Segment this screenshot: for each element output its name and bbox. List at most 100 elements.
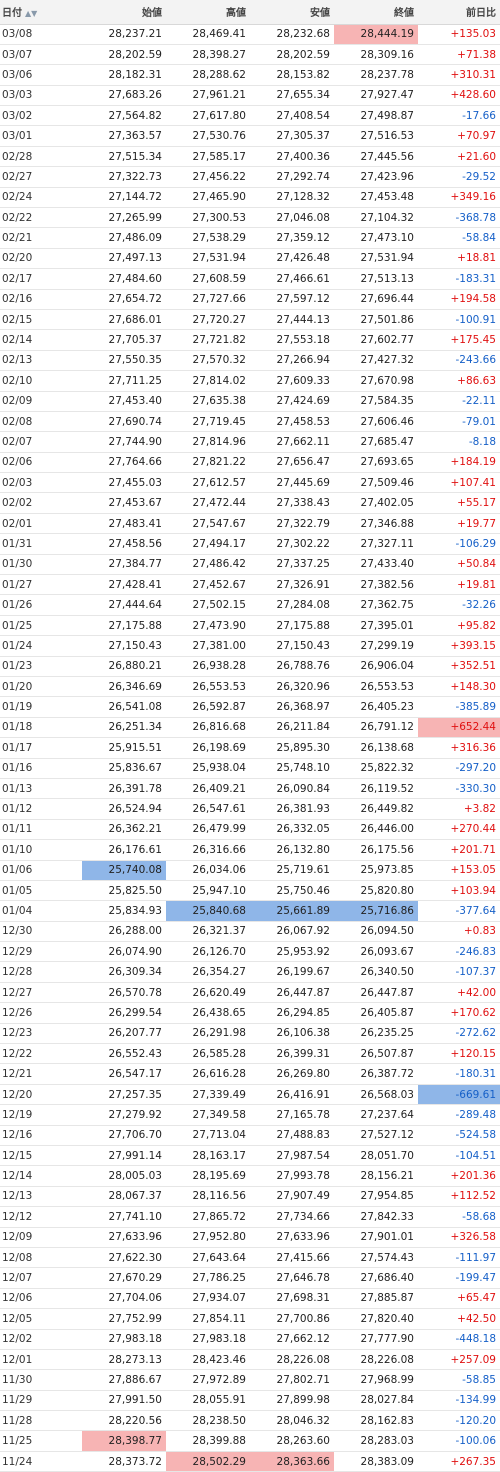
table-row: 01/20 26,346.69 26,553.53 26,320.96 26,553.5…	[0, 676, 500, 698]
cell-date: 03/07	[0, 44, 82, 66]
table-row: 02/14 27,705.37 27,721.82 27,553.18 27,602.7…	[0, 329, 500, 351]
header-date[interactable]: 日付 ▲▼	[0, 0, 82, 25]
cell-high: 25,840.68	[166, 900, 250, 922]
cell-close: 28,226.08	[334, 1349, 418, 1371]
cell-change: +652.44	[418, 717, 500, 739]
table-row: 11/30 27,886.67 27,972.89 27,802.71 27,968.9…	[0, 1369, 500, 1391]
cell-low: 25,750.46	[250, 880, 334, 902]
cell-low: 27,424.69	[250, 391, 334, 412]
cell-close: 28,027.84	[334, 1390, 418, 1412]
cell-change: -448.18	[418, 1329, 500, 1350]
cell-high: 27,502.15	[166, 594, 250, 616]
header-open[interactable]: 始値	[82, 0, 166, 25]
cell-high: 27,531.94	[166, 248, 250, 270]
cell-date: 11/25	[0, 1430, 82, 1452]
cell-date: 12/27	[0, 982, 82, 1004]
cell-open: 25,915.51	[82, 737, 166, 759]
cell-close: 27,382.56	[334, 574, 418, 596]
cell-date: 12/08	[0, 1247, 82, 1269]
table-row: 01/16 25,836.67 25,938.04 25,748.10 25,822.3…	[0, 758, 500, 779]
table-row: 12/20 27,257.35 27,339.49 26,416.91 26,568.0…	[0, 1084, 500, 1106]
cell-high: 26,354.27	[166, 961, 250, 983]
cell-close: 27,531.94	[334, 248, 418, 270]
cell-date: 02/27	[0, 166, 82, 188]
cell-high: 27,635.38	[166, 391, 250, 412]
cell-low: 27,662.12	[250, 1329, 334, 1350]
cell-low: 25,748.10	[250, 758, 334, 779]
cell-date: 01/13	[0, 778, 82, 800]
cell-date: 01/23	[0, 656, 82, 678]
cell-close: 27,927.47	[334, 85, 418, 107]
cell-date: 12/06	[0, 1288, 82, 1310]
cell-date: 01/18	[0, 717, 82, 739]
cell-low: 28,202.59	[250, 44, 334, 66]
cell-change: -17.66	[418, 105, 500, 127]
cell-change: -272.62	[418, 1023, 500, 1045]
cell-close: 27,498.87	[334, 105, 418, 127]
cell-low: 25,953.92	[250, 941, 334, 963]
cell-change: -134.99	[418, 1390, 500, 1412]
cell-change: -100.91	[418, 309, 500, 331]
cell-date: 12/02	[0, 1329, 82, 1350]
cell-high: 27,854.11	[166, 1308, 250, 1330]
cell-open: 26,346.69	[82, 676, 166, 698]
table-row: 01/27 27,428.41 27,452.67 27,326.91 27,382.5…	[0, 574, 500, 596]
cell-change: +310.31	[418, 64, 500, 86]
cell-open: 27,486.09	[82, 227, 166, 249]
table-row: 01/06 25,740.08 26,034.06 25,719.61 25,973.8…	[0, 860, 500, 881]
cell-change: +3.82	[418, 798, 500, 820]
header-high[interactable]: 高値	[166, 0, 250, 25]
cell-low: 26,399.31	[250, 1043, 334, 1065]
cell-date: 02/28	[0, 146, 82, 168]
table-row: 01/24 27,150.43 27,381.00 27,150.43 27,299.1…	[0, 635, 500, 657]
cell-change: -368.78	[418, 207, 500, 229]
cell-high: 27,721.82	[166, 329, 250, 351]
cell-high: 27,961.21	[166, 85, 250, 107]
header-low[interactable]: 安値	[250, 0, 334, 25]
cell-low: 26,381.93	[250, 798, 334, 820]
cell-change: -8.18	[418, 431, 500, 453]
cell-open: 27,633.96	[82, 1227, 166, 1248]
cell-date: 12/30	[0, 921, 82, 943]
cell-open: 25,740.08	[82, 860, 166, 881]
cell-low: 27,633.96	[250, 1227, 334, 1248]
cell-date: 02/14	[0, 329, 82, 351]
cell-open: 27,265.99	[82, 207, 166, 229]
cell-low: 25,895.30	[250, 737, 334, 759]
cell-low: 27,359.12	[250, 227, 334, 249]
table-row: 02/06 27,764.66 27,821.22 27,656.47 27,693.6…	[0, 452, 500, 474]
cell-date: 02/16	[0, 289, 82, 310]
table-row: 02/07 27,744.90 27,814.96 27,662.11 27,685.4…	[0, 431, 500, 453]
cell-low: 27,488.83	[250, 1125, 334, 1146]
sort-icon[interactable]: ▲▼	[25, 9, 37, 18]
cell-open: 26,524.94	[82, 798, 166, 820]
cell-open: 27,705.37	[82, 329, 166, 351]
cell-change: -297.20	[418, 758, 500, 779]
cell-close: 27,346.88	[334, 513, 418, 535]
table-row: 02/20 27,497.13 27,531.94 27,426.48 27,531.9…	[0, 248, 500, 270]
cell-close: 27,327.11	[334, 533, 418, 555]
cell-open: 27,363.57	[82, 125, 166, 147]
cell-close: 26,340.50	[334, 961, 418, 983]
cell-date: 01/27	[0, 574, 82, 596]
cell-date: 12/20	[0, 1084, 82, 1106]
cell-open: 27,458.56	[82, 533, 166, 555]
cell-change: -289.48	[418, 1104, 500, 1126]
cell-low: 27,292.74	[250, 166, 334, 188]
cell-low: 28,153.82	[250, 64, 334, 86]
cell-high: 27,465.90	[166, 187, 250, 209]
cell-date: 01/16	[0, 758, 82, 779]
cell-open: 27,683.26	[82, 85, 166, 107]
cell-close: 27,362.75	[334, 594, 418, 616]
header-close[interactable]: 終値	[334, 0, 418, 25]
cell-date: 02/08	[0, 411, 82, 433]
cell-low: 27,609.33	[250, 370, 334, 392]
cell-date: 01/04	[0, 900, 82, 922]
header-change[interactable]: 前日比	[418, 0, 500, 25]
cell-change: -100.06	[418, 1430, 500, 1452]
cell-close: 26,447.87	[334, 982, 418, 1004]
cell-close: 27,602.77	[334, 329, 418, 351]
table-row: 01/25 27,175.88 27,473.90 27,175.88 27,395.0…	[0, 615, 500, 637]
cell-change: +352.51	[418, 656, 500, 678]
cell-high: 25,947.10	[166, 880, 250, 902]
